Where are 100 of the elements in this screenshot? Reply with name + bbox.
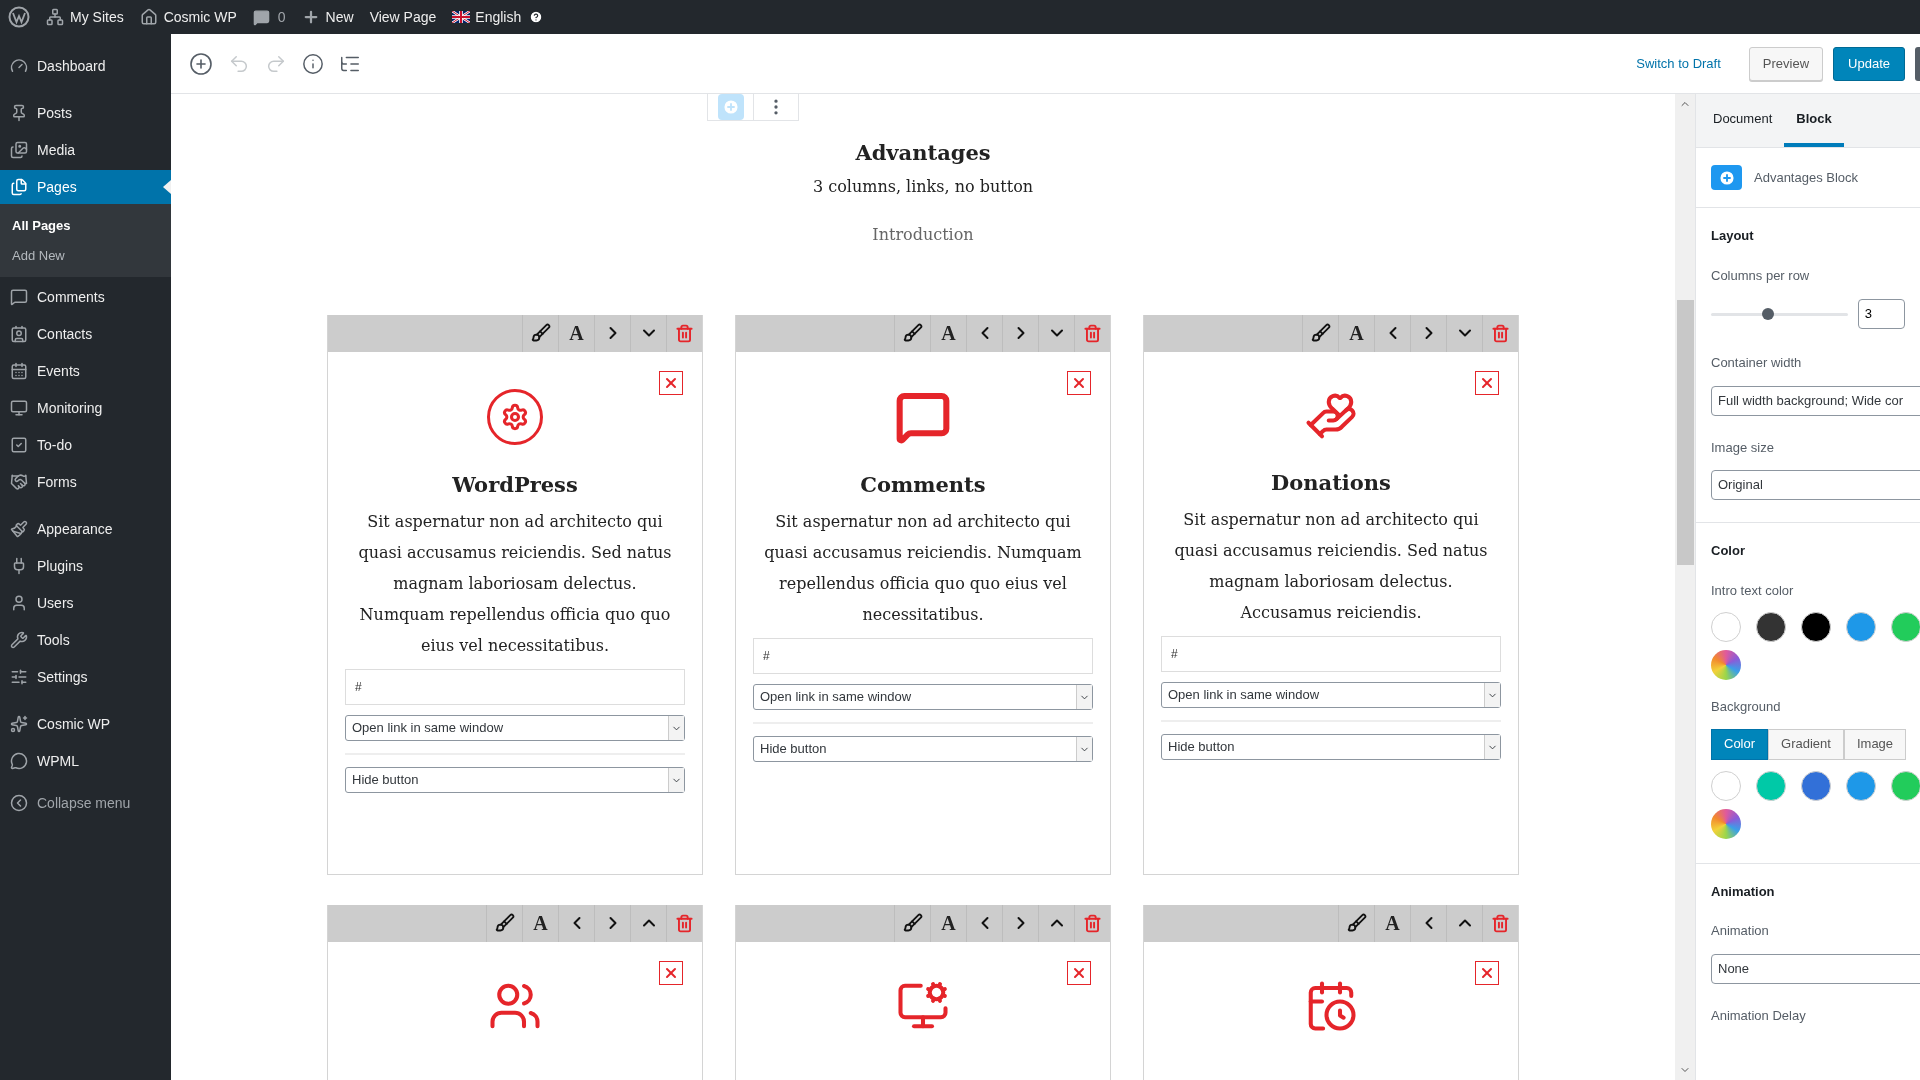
button-visibility-select[interactable]: Hide button — [345, 767, 685, 793]
link-target-select[interactable]: Open link in same window — [345, 715, 685, 741]
images-icon — [10, 141, 28, 159]
settings-toggle-button[interactable] — [1915, 46, 1920, 81]
update-button[interactable]: Update — [1833, 46, 1905, 81]
contact-card-icon — [10, 325, 28, 343]
custom-color-swatch[interactable] — [1711, 650, 1741, 680]
font-button[interactable]: A — [930, 314, 966, 352]
home-icon — [139, 8, 158, 26]
calendar-icon — [10, 362, 28, 380]
brush-icon — [1346, 913, 1367, 933]
container-width-select[interactable]: Full width background; Wide cor — [1711, 385, 1920, 416]
scrollbar-thumb[interactable] — [1676, 300, 1694, 565]
animation-select[interactable]: None — [1711, 953, 1920, 984]
section-heading: Color — [1711, 542, 1746, 560]
brush-icon — [902, 323, 923, 343]
image-size-select[interactable]: Original — [1711, 470, 1920, 500]
slider-thumb[interactable] — [1762, 307, 1775, 320]
block-title: Advantages — [855, 139, 991, 167]
color-swatch[interactable] — [1846, 770, 1876, 801]
speech-bubble-icon — [10, 288, 28, 306]
background-tab[interactable]: Color — [1711, 728, 1769, 760]
info-icon[interactable] — [302, 52, 324, 75]
color-swatch[interactable] — [1891, 770, 1920, 801]
link-field[interactable]: # — [345, 669, 685, 705]
remove-button[interactable] — [1475, 960, 1499, 985]
pages-icon — [10, 178, 28, 196]
sidebar-item[interactable]: Events — [0, 354, 171, 388]
remove-button[interactable] — [1067, 960, 1091, 985]
sidebar-item[interactable]: Contacts — [0, 317, 171, 351]
remove-button[interactable] — [659, 370, 683, 395]
comments-link[interactable]: 0 — [252, 6, 286, 28]
handshake-icon — [10, 473, 28, 491]
sidebar-item[interactable]: Pages — [0, 170, 171, 204]
field-label: Animation — [1711, 922, 1770, 940]
number-input[interactable]: 3 — [1857, 299, 1905, 329]
color-swatch[interactable] — [1711, 612, 1741, 642]
link-field[interactable]: # — [1161, 636, 1501, 672]
background-tab[interactable]: Gradient — [1768, 728, 1844, 760]
link-target-select[interactable]: Open link in same window — [1161, 682, 1501, 708]
trash-icon — [1083, 323, 1102, 343]
sidebar-item[interactable]: WPML — [0, 744, 171, 778]
panel-tab[interactable]: Block — [1784, 95, 1844, 147]
sidebar-item[interactable]: Media — [0, 133, 171, 167]
font-button[interactable]: A — [1338, 314, 1374, 352]
remove-button[interactable] — [1067, 370, 1091, 395]
language-menu[interactable]: English — [452, 6, 544, 28]
sidebar-item[interactable]: Appearance — [0, 512, 171, 546]
view-page-link[interactable]: View Page — [369, 6, 437, 28]
site-link[interactable]: Cosmic WP — [139, 6, 237, 28]
section-heading: Animation — [1711, 882, 1776, 901]
link-field[interactable]: # — [753, 638, 1093, 674]
trash-icon — [1491, 323, 1510, 343]
remove-button[interactable] — [1475, 370, 1499, 395]
trash-icon — [675, 913, 694, 933]
new-link[interactable]: New — [301, 6, 354, 28]
font-button[interactable]: A — [930, 904, 966, 942]
panel-tab[interactable]: Document — [1701, 95, 1785, 147]
sidebar-item[interactable]: Plugins — [0, 549, 171, 583]
button-visibility-select[interactable]: Hide button — [1161, 734, 1501, 760]
color-swatch[interactable] — [1801, 612, 1831, 642]
sidebar-item[interactable]: Posts — [0, 96, 171, 130]
help-icon — [529, 10, 544, 24]
font-button[interactable]: A — [522, 904, 558, 942]
sidebar-item[interactable]: Forms — [0, 465, 171, 499]
preview-button[interactable]: Preview — [1748, 46, 1824, 81]
color-swatch[interactable] — [1711, 770, 1741, 801]
user-icon — [10, 594, 28, 612]
link-target-select[interactable]: Open link in same window — [753, 684, 1093, 710]
sidebar-item[interactable]: Comments — [0, 280, 171, 314]
sidebar-item[interactable]: Monitoring — [0, 391, 171, 425]
collapse-icon — [10, 794, 28, 812]
sidebar-item[interactable]: Tools — [0, 623, 171, 657]
background-tab[interactable]: Image — [1843, 728, 1907, 760]
sidebar-item[interactable]: Cosmic WP — [0, 707, 171, 741]
field-label: Animation Delay — [1711, 1006, 1807, 1025]
font-button[interactable]: A — [1374, 904, 1410, 942]
paintbrush-icon — [10, 520, 28, 538]
my-sites-link[interactable]: My Sites — [46, 6, 124, 28]
custom-color-swatch[interactable] — [1711, 808, 1741, 839]
brush-icon — [530, 323, 551, 343]
font-button[interactable]: A — [558, 314, 594, 352]
sidebar-item[interactable]: Dashboard — [0, 49, 171, 83]
button-visibility-select[interactable]: Hide button — [753, 736, 1093, 762]
color-swatch[interactable] — [1846, 612, 1876, 642]
submenu-item[interactable]: All Pages — [0, 211, 171, 241]
sidebar-item[interactable]: Users — [0, 586, 171, 620]
add-block-icon[interactable] — [189, 51, 213, 76]
color-swatch[interactable] — [1801, 770, 1831, 801]
sidebar-item[interactable]: To-do — [0, 428, 171, 462]
collapse-menu-button[interactable]: Collapse menu — [0, 788, 171, 818]
block-subtitle: 3 columns, links, no button — [812, 175, 1034, 198]
submenu-item[interactable]: Add New — [0, 240, 171, 270]
color-swatch[interactable] — [1891, 612, 1920, 642]
switch-to-draft-link[interactable]: Switch to Draft — [1636, 53, 1721, 74]
sidebar-item[interactable]: Settings — [0, 660, 171, 694]
color-swatch[interactable] — [1756, 612, 1786, 642]
remove-button[interactable] — [659, 960, 683, 985]
color-swatch[interactable] — [1756, 770, 1786, 801]
scrollbar[interactable] — [1675, 94, 1695, 1080]
